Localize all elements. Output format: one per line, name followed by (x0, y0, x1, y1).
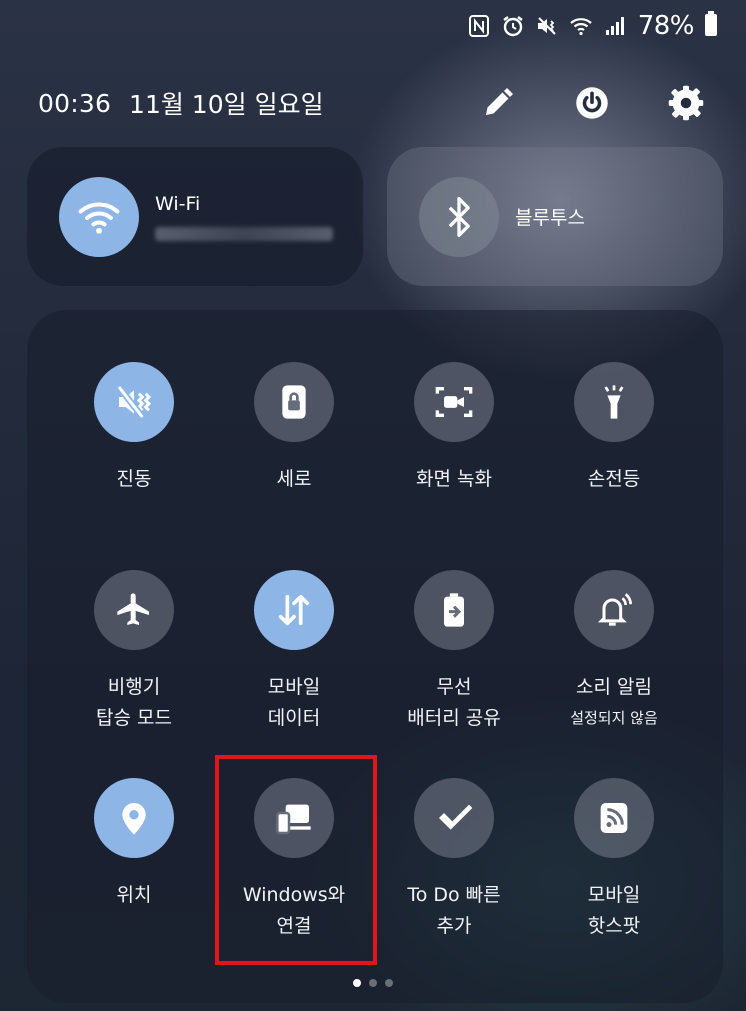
flashlight-toggle[interactable] (574, 362, 654, 442)
mobile-data-icon (278, 594, 310, 626)
tile-label: 화면 녹화 (416, 468, 492, 490)
page-indicator[interactable] (353, 979, 393, 987)
tile-label: 모바일 핫스팟 (587, 884, 641, 937)
tile-portrait-lock[interactable]: 세로 (209, 362, 379, 552)
page-dot (369, 979, 377, 987)
tile-label: To Do 빠른 추가 (407, 884, 501, 937)
airplane-icon (117, 593, 149, 625)
vibrate-toggle[interactable] (94, 362, 174, 442)
tile-wireless-battery-share[interactable]: 무선 배터리 공유 (369, 570, 539, 760)
tile-todo-quick-add[interactable]: To Do 빠른 추가 (369, 778, 539, 968)
tile-airplane-mode[interactable]: 비행기 탑승 모드 (49, 570, 219, 760)
todo-toggle[interactable] (414, 778, 494, 858)
hotspot-toggle[interactable] (574, 778, 654, 858)
tile-label: Windows와 연결 (242, 884, 346, 937)
tile-sound-alert[interactable]: 소리 알림 설정되지 않음 (529, 570, 699, 760)
tile-label: 무선 배터리 공유 (407, 676, 501, 729)
screen-record-icon (435, 387, 473, 417)
tile-label: 비행기 탑승 모드 (96, 676, 172, 729)
todo-icon (439, 804, 473, 830)
location-toggle[interactable] (94, 778, 174, 858)
tile-label: 진동 (116, 468, 152, 490)
airplane-toggle[interactable] (94, 570, 174, 650)
tile-mobile-hotspot[interactable]: 모바일 핫스팟 (529, 778, 699, 968)
tile-label: 세로 (276, 468, 312, 490)
tile-link-to-windows[interactable]: Windows와 연결 (209, 778, 379, 968)
tile-mobile-data[interactable]: 모바일 데이터 (209, 570, 379, 760)
tile-label: 모바일 데이터 (267, 676, 321, 729)
tile-label: 위치 (116, 884, 152, 906)
sound-alert-toggle[interactable] (574, 570, 654, 650)
tile-screen-record[interactable]: 화면 녹화 (369, 362, 539, 552)
tile-flashlight[interactable]: 손전등 (529, 362, 699, 552)
screen-record-toggle[interactable] (414, 362, 494, 442)
link-windows-icon (276, 804, 311, 835)
tile-label: 소리 알림 설정되지 않음 (570, 676, 658, 727)
battery-share-toggle[interactable] (414, 570, 494, 650)
link-windows-toggle[interactable] (254, 778, 334, 858)
battery-share-icon (444, 593, 464, 627)
mobile-data-toggle[interactable] (254, 570, 334, 650)
portrait-lock-icon (282, 385, 306, 419)
tile-location[interactable]: 위치 (49, 778, 219, 968)
page-dot (353, 979, 361, 987)
hotspot-icon (600, 803, 628, 833)
tile-vibrate[interactable]: 진동 (49, 362, 219, 552)
vibrate-icon (116, 384, 152, 420)
quick-settings-grid: 진동 세로 화면 녹화 손전등 비행기 탑승 모드 모바일 데이터 무선 배터리… (0, 0, 746, 1011)
tile-label: 손전등 (587, 468, 641, 490)
flashlight-icon (604, 385, 624, 419)
sound-alert-icon (597, 593, 632, 626)
location-icon (122, 803, 146, 835)
portrait-lock-toggle[interactable] (254, 362, 334, 442)
page-dot (385, 979, 393, 987)
